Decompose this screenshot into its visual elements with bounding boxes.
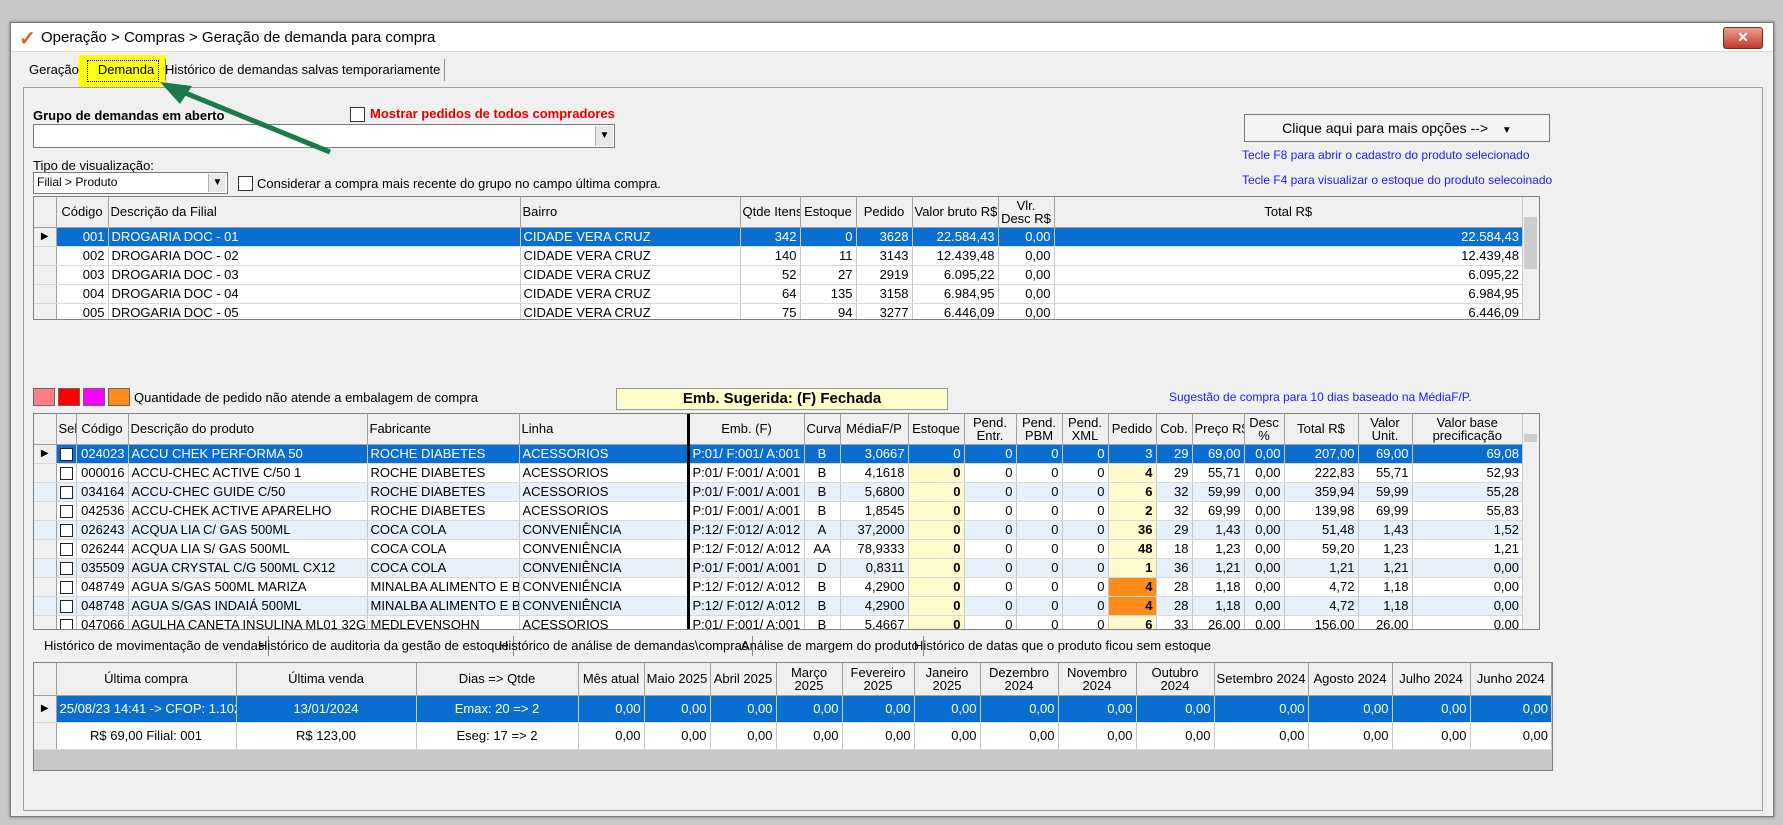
arrow-line bbox=[177, 87, 331, 155]
arrow-head bbox=[160, 82, 192, 104]
annotation-arrow bbox=[160, 82, 331, 155]
